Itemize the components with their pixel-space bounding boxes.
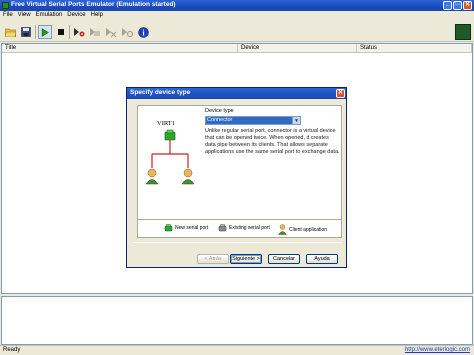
new-device-icon (74, 28, 85, 37)
connector-lines (151, 140, 189, 168)
new-device-button[interactable] (72, 25, 86, 39)
diagram-device-name: VIRT1 (157, 120, 176, 127)
menu-file[interactable]: File (3, 11, 18, 21)
existing-serial-port-icon (218, 224, 227, 232)
client-application-icon (181, 168, 195, 185)
column-title[interactable]: Title (2, 44, 238, 53)
next-button[interactable]: Siguiente > (230, 254, 262, 264)
minimize-button[interactable]: _ (443, 1, 452, 10)
menu-help[interactable]: Help (91, 11, 108, 21)
maximize-button[interactable]: □ (453, 1, 462, 10)
save-icon (21, 27, 31, 37)
specify-device-type-dialog: Specify device type ✕ VIRT1 Device type … (126, 87, 347, 268)
toolbar-separator (69, 25, 70, 39)
connector-diagram: VIRT1 (141, 120, 205, 210)
delete-device-icon (106, 28, 117, 38)
column-status[interactable]: Status (357, 44, 472, 53)
dialog-separator (133, 242, 342, 243)
close-button[interactable]: ✕ (463, 1, 472, 10)
device-icon (90, 28, 100, 36)
delete-device-button[interactable] (104, 25, 118, 39)
device-type-label: Device type (205, 108, 234, 114)
dialog-title: Specify device type (130, 89, 191, 96)
device-type-description: Unlike regular serial port, connector is… (205, 128, 340, 155)
toolbar: i (0, 22, 474, 42)
legend-client-app-label: Client application (289, 226, 328, 233)
close-icon: ✕ (464, 2, 471, 8)
help-button[interactable]: Ayuda (306, 254, 338, 264)
menu-device[interactable]: Device (67, 11, 90, 21)
info-icon: i (137, 26, 149, 38)
stop-emulation-button[interactable] (54, 25, 68, 39)
maximize-icon: □ (455, 1, 460, 7)
log-pane (1, 296, 473, 345)
diagram-graphic (145, 129, 195, 185)
device-properties-icon (122, 28, 133, 38)
minimize-icon: _ (445, 1, 450, 7)
dialog-close-button[interactable]: ✕ (336, 89, 345, 98)
device-button[interactable] (88, 25, 102, 39)
window-title: Free Virtual Serial Ports Emulator (Emul… (11, 1, 176, 8)
eterlogic-logo (455, 24, 471, 40)
website-link[interactable]: http://www.eterlogic.com (405, 347, 470, 353)
menu-view[interactable]: View (18, 11, 36, 21)
legend-client-app: Client application (278, 224, 327, 235)
legend-existing-port-label: Existing serial port (229, 225, 270, 231)
new-serial-port-icon (164, 224, 173, 232)
new-serial-port-icon (164, 129, 176, 141)
status-text: Ready (3, 347, 21, 353)
back-button[interactable]: < Atrás (197, 254, 229, 264)
diagram-legend: New serial port Existing serial port Cli… (137, 219, 342, 238)
title-bar: Free Virtual Serial Ports Emulator (Emul… (0, 0, 474, 11)
save-button[interactable] (19, 25, 33, 39)
open-button[interactable] (3, 25, 17, 39)
start-emulation-button[interactable] (38, 25, 52, 39)
close-icon: ✕ (337, 90, 344, 96)
stop-icon (58, 29, 64, 35)
toolbar-separator (35, 25, 36, 39)
dialog-title-bar: Specify device type ✕ (127, 88, 346, 99)
window-controls: _ □ ✕ (443, 1, 472, 10)
device-type-panel: VIRT1 Device type Connector ▼ Unlike reg… (137, 105, 342, 229)
legend-existing-port: Existing serial port (218, 224, 270, 232)
client-application-icon (145, 168, 159, 185)
open-folder-icon (4, 28, 16, 37)
chevron-down-icon[interactable]: ▼ (292, 117, 300, 124)
device-type-value: Connector (206, 117, 292, 124)
device-properties-button[interactable] (120, 25, 134, 39)
status-bar: Ready http://www.eterlogic.com (0, 345, 474, 355)
play-icon (41, 27, 49, 37)
legend-new-port: New serial port (164, 224, 208, 232)
menu-emulation[interactable]: Emulation (36, 11, 68, 21)
app-icon (2, 2, 9, 9)
device-type-select[interactable]: Connector ▼ (205, 116, 301, 125)
column-device[interactable]: Device (238, 44, 357, 53)
legend-new-port-label: New serial port (175, 225, 209, 231)
menu-bar: File View Emulation Device Help (0, 11, 474, 21)
about-button[interactable]: i (136, 25, 150, 39)
client-application-icon (278, 224, 287, 235)
cancel-button[interactable]: Cancelar (268, 254, 300, 264)
